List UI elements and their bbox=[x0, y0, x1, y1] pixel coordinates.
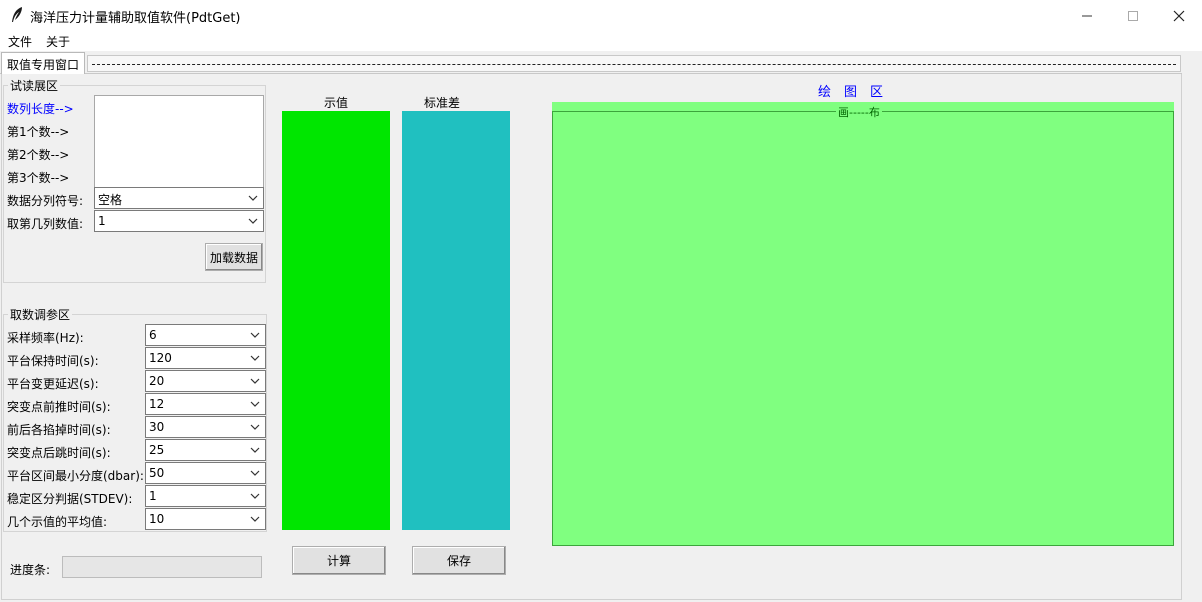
param-label: 采样频率(Hz): bbox=[7, 331, 84, 345]
param-select[interactable]: 25 bbox=[145, 439, 266, 461]
canvas-title: 画-----布 bbox=[836, 104, 882, 120]
stdev-header: 标准差 bbox=[424, 96, 461, 110]
chevron-down-icon bbox=[250, 516, 260, 522]
maximize-button[interactable] bbox=[1110, 0, 1156, 31]
window-title: 海洋压力计量辅助取值软件(PdtGet) bbox=[30, 11, 241, 26]
progress-label: 进度条: bbox=[10, 563, 51, 577]
maximize-icon bbox=[1128, 10, 1138, 21]
chevron-down-icon bbox=[248, 195, 258, 201]
chevron-down-icon bbox=[250, 332, 260, 338]
plot-canvas[interactable] bbox=[552, 111, 1174, 546]
chevron-down-icon bbox=[250, 378, 260, 384]
chevron-down-icon bbox=[250, 401, 260, 407]
params-area-title: 取数调参区 bbox=[8, 306, 73, 323]
param-value: 1 bbox=[149, 489, 157, 503]
load-data-button[interactable]: 加载数据 bbox=[205, 243, 263, 271]
chevron-down-icon bbox=[248, 218, 258, 224]
param-select[interactable]: 1 bbox=[145, 485, 266, 507]
close-icon bbox=[1173, 10, 1185, 21]
separator-select[interactable]: 空格 bbox=[94, 187, 264, 209]
minimize-icon bbox=[1082, 15, 1092, 16]
chevron-down-icon bbox=[250, 424, 260, 430]
param-value: 10 bbox=[149, 512, 165, 526]
param-value: 12 bbox=[149, 397, 165, 411]
tab-value-window[interactable]: 取值专用窗口 bbox=[1, 52, 86, 74]
third-number-label: 第3个数--> bbox=[7, 171, 70, 185]
calculate-button[interactable]: 计算 bbox=[292, 546, 386, 575]
series-length-label: 数列长度--> bbox=[7, 102, 74, 116]
menu-about[interactable]: 关于 bbox=[46, 33, 70, 50]
separator-value: 空格 bbox=[98, 193, 123, 207]
param-label: 突变点后跳时间(s): bbox=[7, 446, 111, 460]
param-label: 平台区间最小分度(dbar): bbox=[7, 469, 144, 483]
param-label: 平台保持时间(s): bbox=[7, 354, 99, 368]
trial-area-title: 试读展区 bbox=[8, 77, 61, 94]
chevron-down-icon bbox=[250, 355, 260, 361]
param-label: 平台变更延迟(s): bbox=[7, 377, 99, 391]
param-label: 稳定区分判据(STDEV): bbox=[7, 492, 133, 506]
param-select[interactable]: 6 bbox=[145, 324, 266, 346]
column-label: 取第几列数值: bbox=[7, 217, 84, 231]
menu-file[interactable]: 文件 bbox=[8, 33, 32, 50]
close-button[interactable] bbox=[1156, 0, 1202, 31]
tab-separator bbox=[87, 55, 1181, 72]
stdev-list[interactable] bbox=[402, 111, 510, 530]
column-select[interactable]: 1 bbox=[94, 210, 264, 232]
chevron-down-icon bbox=[250, 493, 260, 499]
indication-list[interactable] bbox=[282, 111, 390, 530]
second-number-label: 第2个数--> bbox=[7, 148, 70, 162]
param-label: 前后各掐掉时间(s): bbox=[7, 423, 111, 437]
save-button[interactable]: 保存 bbox=[412, 546, 506, 575]
param-value: 20 bbox=[149, 374, 165, 388]
param-select[interactable]: 10 bbox=[145, 508, 266, 530]
param-value: 6 bbox=[149, 328, 157, 342]
param-value: 30 bbox=[149, 420, 165, 434]
param-select[interactable]: 20 bbox=[145, 370, 266, 392]
first-number-label: 第1个数--> bbox=[7, 125, 70, 139]
indication-header: 示值 bbox=[324, 96, 349, 110]
separator-label: 数据分列符号: bbox=[7, 194, 84, 208]
preview-textarea[interactable] bbox=[94, 95, 264, 188]
plot-area-header: 绘 图 区 bbox=[818, 85, 884, 100]
minimize-button[interactable] bbox=[1064, 0, 1110, 31]
title-bar: 海洋压力计量辅助取值软件(PdtGet) bbox=[0, 0, 1202, 31]
param-select[interactable]: 30 bbox=[145, 416, 266, 438]
param-select[interactable]: 12 bbox=[145, 393, 266, 415]
chevron-down-icon bbox=[250, 470, 260, 476]
chevron-down-icon bbox=[250, 447, 260, 453]
feather-icon bbox=[10, 6, 24, 24]
param-value: 25 bbox=[149, 443, 165, 457]
param-label: 突变点前推时间(s): bbox=[7, 400, 111, 414]
menu-bar: 文件 关于 bbox=[0, 31, 1202, 51]
column-value: 1 bbox=[98, 214, 106, 228]
param-select[interactable]: 120 bbox=[145, 347, 266, 369]
param-label: 几个示值的平均值: bbox=[7, 515, 108, 529]
progress-bar bbox=[62, 556, 262, 578]
param-select[interactable]: 50 bbox=[145, 462, 266, 484]
param-value: 120 bbox=[149, 351, 172, 365]
param-value: 50 bbox=[149, 466, 165, 480]
